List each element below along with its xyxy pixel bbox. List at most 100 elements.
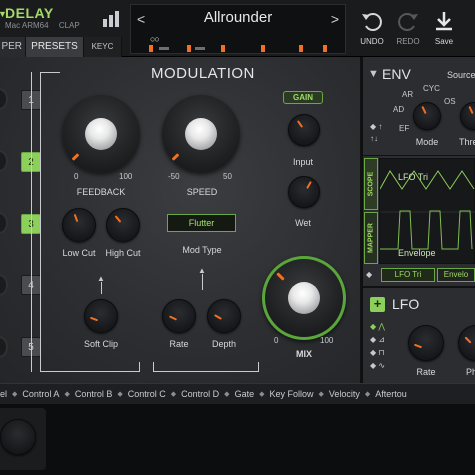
bottom-panel xyxy=(0,404,475,475)
input-label: Input xyxy=(292,157,314,167)
depth-label: Depth xyxy=(211,339,237,349)
tab-mapper-view[interactable]: MAPPER xyxy=(364,212,378,264)
env-collapse-icon[interactable]: ▼ xyxy=(368,68,379,80)
save-button[interactable]: Save xyxy=(425,9,463,46)
undo-icon xyxy=(362,13,382,31)
high-cut-knob[interactable] xyxy=(106,208,140,242)
rate-knob[interactable] xyxy=(162,299,196,333)
tab-scope[interactable]: SCOPE xyxy=(364,158,378,210)
macro-knob[interactable] xyxy=(0,419,36,455)
feedback-label: FEEDBACK xyxy=(76,187,126,197)
redo-label: REDO xyxy=(396,37,420,46)
routing-line xyxy=(31,72,32,372)
speed-max: 50 xyxy=(223,172,232,181)
mod-source-item[interactable]: Control A xyxy=(22,389,59,399)
arrow-up-icon: ▲ xyxy=(97,274,105,283)
env-stage-ad[interactable]: AD xyxy=(393,105,404,114)
env-stage-ar[interactable]: AR xyxy=(402,90,413,99)
rate-label: Rate xyxy=(169,339,189,349)
undo-button[interactable]: UNDO xyxy=(353,9,391,46)
routing-line xyxy=(40,362,140,372)
mod-source-item[interactable]: el xyxy=(0,389,7,399)
depth-knob[interactable] xyxy=(207,299,241,333)
env-threshold-label: Thre xyxy=(459,137,475,147)
feedback-knob[interactable] xyxy=(62,95,140,173)
format-label: CLAP xyxy=(58,21,80,30)
input-knob[interactable] xyxy=(288,114,320,146)
top-bar: ▼ DELAY Mac ARM64 CLAP PER PRESETS KEYC … xyxy=(0,0,475,57)
env-stage-os[interactable]: OS xyxy=(444,97,456,106)
macro-slot xyxy=(0,408,46,470)
preset-next-button[interactable]: > xyxy=(331,11,339,27)
mix-min: 0 xyxy=(274,336,279,345)
preset-activity-strip xyxy=(149,45,333,52)
chip-diamond-icon: ◆ xyxy=(366,270,373,279)
tab-keyc[interactable]: KEYC xyxy=(84,37,122,57)
mod-source-item[interactable]: Control C xyxy=(128,389,166,399)
waveform-triangle-icon[interactable]: ◆ ⋀ xyxy=(370,322,385,331)
undo-label: UNDO xyxy=(360,37,384,46)
low-cut-knob[interactable] xyxy=(62,208,96,242)
waveform-sine-icon[interactable]: ◆ ∿ xyxy=(370,361,385,370)
env-mode-label: Mode xyxy=(415,137,439,147)
plugin-info: Mac ARM64 CLAP xyxy=(5,21,88,30)
mod-source-item[interactable]: Key Follow xyxy=(269,389,313,399)
modulation-title: MODULATION xyxy=(151,65,255,82)
feedback-min: 0 xyxy=(74,172,79,181)
speed-min: -50 xyxy=(168,172,180,181)
lfo-title: LFO xyxy=(392,296,420,312)
routing-line xyxy=(153,362,259,372)
lfo-add-button[interactable]: + xyxy=(370,297,385,312)
mod-source-bar: el ◆ Control A ◆ Control B ◆ Control C ◆ Con… xyxy=(0,383,475,404)
routing-line xyxy=(40,72,41,362)
waveform-square-icon[interactable]: ◆ ⊓ xyxy=(370,348,385,357)
mix-knob[interactable] xyxy=(262,256,346,340)
tab-presets[interactable]: PRESETS xyxy=(26,37,84,57)
divider xyxy=(363,155,475,156)
scope-lfo-label: LFO Tri xyxy=(398,172,429,182)
mod-type-select[interactable]: Flutter xyxy=(167,214,236,232)
env-stage-cyc[interactable]: CYC xyxy=(423,84,440,93)
source-chip-lfo-tri[interactable]: LFO Tri xyxy=(381,268,435,282)
platform-label: Mac ARM64 xyxy=(5,21,49,30)
env-source-label: Source xyxy=(447,70,475,80)
redo-icon xyxy=(398,13,418,31)
mod-source-item[interactable]: Control B xyxy=(75,389,113,399)
mod-source-item[interactable]: Control D xyxy=(181,389,219,399)
high-cut-label: High Cut xyxy=(105,248,141,258)
tab-mapper[interactable]: PER xyxy=(0,37,26,57)
plugin-title: DELAY xyxy=(5,5,54,21)
lfo-rate-label: Rate xyxy=(416,367,436,377)
arrow-line xyxy=(101,282,102,294)
lfo-phase-label: Ph xyxy=(466,367,475,377)
redo-button[interactable]: REDO xyxy=(389,9,427,46)
preset-name[interactable]: Allrounder xyxy=(131,9,345,26)
divider xyxy=(363,286,475,288)
env-direction-icon[interactable]: ↑↓ xyxy=(370,134,378,143)
env-stage-ef[interactable]: EF xyxy=(399,124,409,133)
source-chip-envelope[interactable]: Envelo xyxy=(437,268,475,282)
lfo-rate-knob[interactable] xyxy=(408,325,444,361)
mix-max: 100 xyxy=(320,336,334,345)
arrow-up-icon: ▲ xyxy=(198,266,206,275)
speed-knob[interactable] xyxy=(162,95,240,173)
preset-browser: < Allrounder > ○○ xyxy=(130,4,346,54)
soft-clip-knob[interactable] xyxy=(84,299,118,333)
arrow-line xyxy=(202,274,203,290)
wet-knob[interactable] xyxy=(288,176,320,208)
soft-clip-label: Soft Clip xyxy=(83,339,119,349)
mod-source-item[interactable]: Aftertou xyxy=(375,389,407,399)
waveform-saw-icon[interactable]: ◆ ⊿ xyxy=(370,335,385,344)
mod-source-item[interactable]: Gate xyxy=(235,389,255,399)
level-meter-icon[interactable] xyxy=(103,11,123,27)
download-icon xyxy=(436,12,452,31)
mod-type-label: Mod Type xyxy=(182,245,222,255)
wet-label: Wet xyxy=(295,218,311,228)
preset-bubbles-icon: ○○ xyxy=(150,34,160,44)
mod-source-item[interactable]: Velocity xyxy=(329,389,360,399)
gain-badge: GAIN xyxy=(283,91,323,104)
env-mode-knob[interactable] xyxy=(413,102,441,130)
env-title: ENV xyxy=(382,66,411,82)
save-label: Save xyxy=(434,37,454,46)
env-polarity-icon[interactable]: ◆ ↑ xyxy=(370,122,382,131)
